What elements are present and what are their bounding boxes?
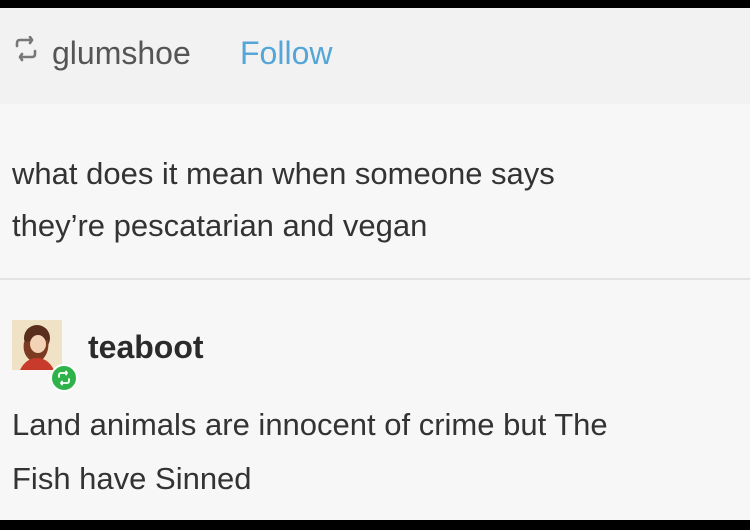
post-header: glumshoe Follow bbox=[0, 8, 750, 104]
reply-username[interactable]: teaboot bbox=[88, 328, 204, 366]
post-body-line: they’re pescatarian and vegan bbox=[12, 208, 428, 243]
reblog-icon bbox=[12, 35, 40, 62]
reply-body-line: Land animals are innocent of crime but T… bbox=[12, 407, 608, 442]
post-body-line: what does it mean when someone says bbox=[12, 156, 555, 191]
reply-body-line: Fish have Sinned bbox=[12, 461, 252, 496]
reblog-badge-icon bbox=[50, 364, 78, 392]
post-body: what does it mean when someone says they… bbox=[12, 148, 742, 252]
avatar[interactable] bbox=[12, 320, 78, 392]
follow-button[interactable]: Follow bbox=[240, 34, 332, 72]
avatar-image bbox=[12, 320, 62, 370]
tumblr-post: glumshoe Follow what does it mean when s… bbox=[0, 8, 750, 520]
reply-divider bbox=[0, 278, 750, 280]
original-poster-username[interactable]: glumshoe bbox=[52, 34, 191, 72]
reply-body: Land animals are innocent of crime but T… bbox=[12, 398, 748, 506]
